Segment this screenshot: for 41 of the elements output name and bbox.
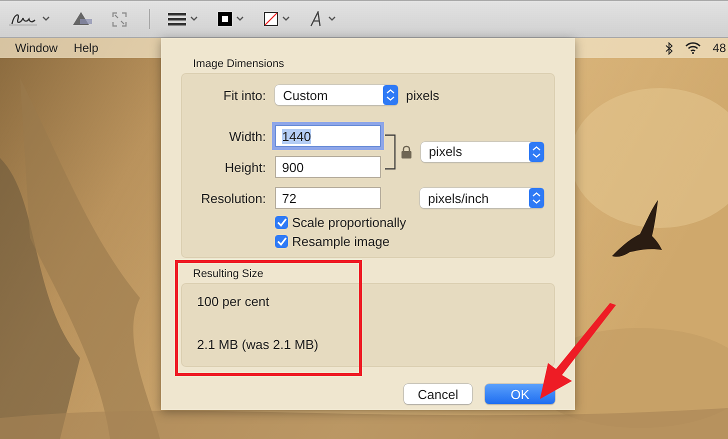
section-title: Resulting Size xyxy=(193,268,264,280)
line-style-icon[interactable] xyxy=(168,12,186,26)
link-bracket xyxy=(385,134,397,170)
result-text: 100 per cent xyxy=(197,294,270,309)
input-field[interactable]: 900 xyxy=(275,156,381,178)
wifi-icon[interactable] xyxy=(684,42,701,54)
battery-percentage: 48 xyxy=(712,41,726,55)
bluetooth-icon[interactable] xyxy=(664,42,673,54)
fit-into-dropdown[interactable]: Custom xyxy=(275,85,398,105)
menu-item[interactable]: Window xyxy=(15,41,58,55)
field-label: Height: xyxy=(224,160,266,174)
result-text: 2.1 MB (was 2.1 MB) xyxy=(197,337,320,352)
crop-icon[interactable] xyxy=(112,12,127,26)
unit-dropdown[interactable]: pixels xyxy=(420,142,544,162)
prism-icon[interactable] xyxy=(70,11,92,27)
dialog-button[interactable]: OK xyxy=(485,384,555,404)
input-field[interactable]: 72 xyxy=(275,187,381,209)
stepper-icon xyxy=(529,142,544,162)
caret-icon[interactable] xyxy=(328,16,336,22)
checkbox[interactable] xyxy=(275,216,288,229)
unit-label: pixels xyxy=(406,88,440,102)
caret-icon[interactable] xyxy=(236,16,244,22)
menu-item[interactable]: Help xyxy=(74,41,98,55)
resolution-unit-dropdown[interactable]: pixels/inch xyxy=(420,188,544,208)
fill-color-icon[interactable] xyxy=(264,12,278,26)
field-label: Width: xyxy=(228,128,266,144)
input-field[interactable]: 1440 xyxy=(275,125,381,147)
field-label: Fit into: xyxy=(222,88,266,102)
dialog-button[interactable]: Cancel xyxy=(404,384,472,404)
stepper-icon xyxy=(529,188,544,208)
caret-icon[interactable] xyxy=(282,16,290,22)
checkbox-label: Resample image xyxy=(292,234,390,249)
caret-icon[interactable] xyxy=(190,16,198,22)
checkbox[interactable] xyxy=(275,235,288,248)
caret-icon[interactable] xyxy=(42,16,50,22)
border-color-icon[interactable] xyxy=(218,12,232,26)
section-title: Image Dimensions xyxy=(193,58,286,70)
lock-icon[interactable] xyxy=(400,144,412,158)
field-label: Resolution: xyxy=(200,190,266,206)
checkbox-label: Scale proportionally xyxy=(292,215,406,230)
stepper-icon xyxy=(383,85,398,105)
